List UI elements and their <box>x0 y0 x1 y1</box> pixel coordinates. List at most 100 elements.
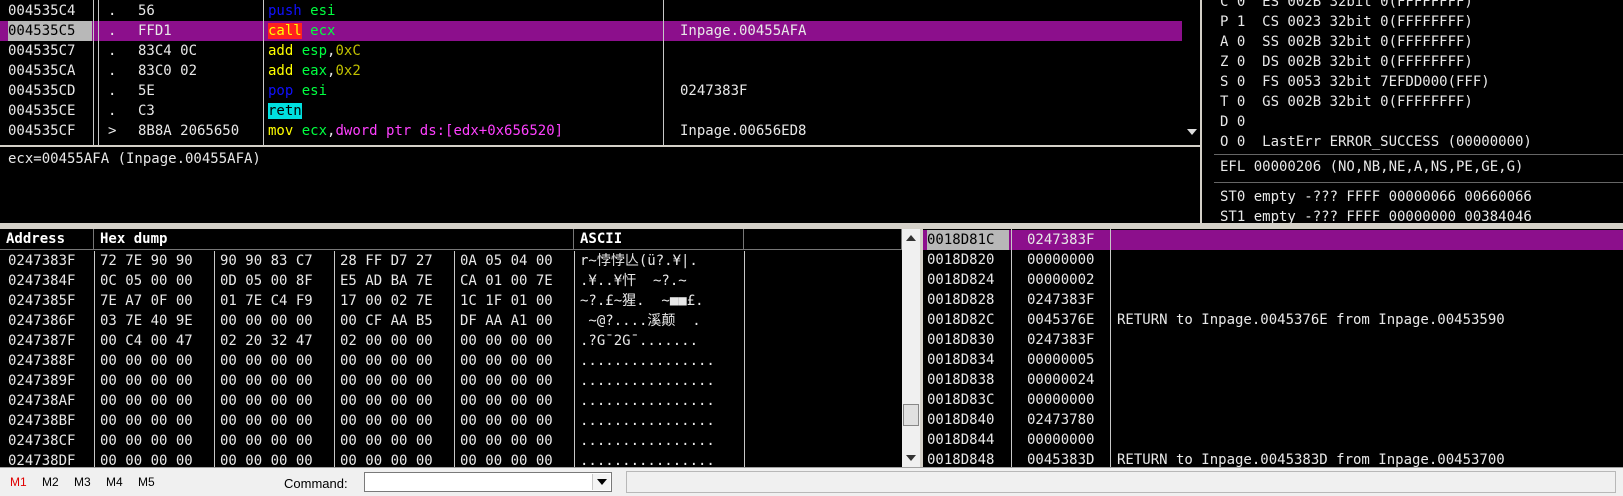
stack-row[interactable]: 0018D844 00000000 <box>923 430 1623 450</box>
stack-value[interactable]: 0247383F <box>1027 290 1109 310</box>
scroll-up-arrow-icon[interactable] <box>906 235 916 241</box>
instruction-address[interactable]: 004535C7 <box>8 41 92 61</box>
dump-ascii[interactable]: ~?.£~猩. ~■■£. <box>580 291 742 311</box>
stack-pane[interactable]: 0018D81C 0247383F 0018D820 00000000 0018D824… <box>923 229 1623 467</box>
dump-divider[interactable] <box>454 251 455 467</box>
disasm-row[interactable]: 004535CF >8B8A 2065650 mov ecx,dword ptr d… <box>0 121 1182 141</box>
dump-byte-group[interactable]: 1C 1F 01 00 <box>460 291 572 311</box>
stack-row[interactable]: 0018D820 00000000 <box>923 250 1623 270</box>
scroll-down-arrow-icon[interactable] <box>1187 129 1197 135</box>
memory-tab-m4[interactable]: M4 <box>106 475 138 489</box>
stack-row[interactable]: 0018D848 0045383D RETURN to Inpage.0045383… <box>923 450 1623 467</box>
hex-dump-pane[interactable]: Address Hex dump ASCII 0247383F 72 7E 90 … <box>0 229 920 467</box>
stack-divider[interactable] <box>1011 229 1012 467</box>
dump-byte-group[interactable]: 00 00 00 00 <box>460 391 572 411</box>
dump-byte-group[interactable]: 00 00 00 00 <box>460 371 572 391</box>
hex-dump-row[interactable]: 0247383F 72 7E 90 90 90 90 83 C7 28 FF D7 2… <box>0 251 902 271</box>
dropdown-button[interactable] <box>592 474 610 490</box>
hex-dump-row[interactable]: 0247388F 00 00 00 00 00 00 00 00 00 00 00 0… <box>0 351 902 371</box>
dump-byte-group[interactable]: 17 00 02 7E <box>340 291 452 311</box>
dump-byte-group[interactable]: 00 00 00 00 <box>220 351 332 371</box>
dump-byte-group[interactable]: 00 00 00 00 <box>460 331 572 351</box>
dump-byte-group[interactable]: 00 CF AA B5 <box>340 311 452 331</box>
stack-value[interactable]: 00000005 <box>1027 350 1109 370</box>
instruction-text[interactable]: call ecx <box>268 21 660 41</box>
dump-byte-group[interactable]: 00 00 00 00 <box>220 311 332 331</box>
dump-address[interactable]: 0247389F <box>8 371 92 391</box>
dump-address[interactable]: 0247385F <box>8 291 92 311</box>
dump-byte-group[interactable]: 28 FF D7 27 <box>340 251 452 271</box>
stack-value[interactable]: 00000000 <box>1027 390 1109 410</box>
instruction-address[interactable]: 004535C5 <box>8 21 92 41</box>
dump-byte-group[interactable]: 00 00 00 00 <box>340 451 452 467</box>
dump-byte-group[interactable]: 00 00 00 00 <box>100 451 212 467</box>
stack-address[interactable]: 0018D848 <box>927 450 1009 467</box>
register-row[interactable]: C 0 ES 002B 32bit 0(FFFFFFFF) <box>1220 0 1620 12</box>
stack-row[interactable]: 0018D830 0247383F <box>923 330 1623 350</box>
dump-byte-group[interactable]: 7E A7 0F 00 <box>100 291 212 311</box>
register-row[interactable]: A 0 SS 002B 32bit 0(FFFFFFFF) <box>1220 32 1620 52</box>
dump-byte-group[interactable]: 00 00 00 00 <box>340 431 452 451</box>
dump-ascii[interactable]: ................ <box>580 371 742 391</box>
dump-divider[interactable] <box>574 251 575 467</box>
registers-pane[interactable]: C 0 ES 002B 32bit 0(FFFFFFFF) P 1 CS 0023… <box>1214 0 1623 228</box>
stack-value[interactable]: 0247383F <box>1027 230 1109 250</box>
stack-address[interactable]: 0018D834 <box>927 350 1009 370</box>
scroll-thumb[interactable] <box>903 404 919 426</box>
dump-byte-group[interactable]: 00 00 00 00 <box>460 411 572 431</box>
instruction-address[interactable]: 004535CE <box>8 101 92 121</box>
memory-tab-m1[interactable]: M1 <box>10 475 42 489</box>
dump-byte-group[interactable]: 0D 05 00 8F <box>220 271 332 291</box>
disassembly-pane[interactable]: 004535C4. 56 push esi 004535C5. FFD1 call ecx… <box>0 0 1200 145</box>
hex-dump-row[interactable]: 0247386F 03 7E 40 9E 00 00 00 00 00 CF AA B… <box>0 311 902 331</box>
stack-address[interactable]: 0018D83C <box>927 390 1009 410</box>
stack-row[interactable]: 0018D824 00000002 <box>923 270 1623 290</box>
dump-byte-group[interactable]: 0A 05 04 00 <box>460 251 572 271</box>
hex-dump-row[interactable]: 024738DF 00 00 00 00 00 00 00 00 00 00 00 0… <box>0 451 902 467</box>
disasm-column-divider[interactable] <box>663 0 664 145</box>
register-row[interactable]: T 0 GS 002B 32bit 0(FFFFFFFF) <box>1220 92 1620 112</box>
stack-address[interactable]: 0018D824 <box>927 270 1009 290</box>
dump-byte-group[interactable]: 02 20 32 47 <box>220 331 332 351</box>
dump-ascii[interactable]: ................ <box>580 451 742 467</box>
hex-dump-row[interactable]: 024738BF 00 00 00 00 00 00 00 00 00 00 00 0… <box>0 411 902 431</box>
dump-divider[interactable] <box>334 251 335 467</box>
register-row[interactable]: P 1 CS 0023 32bit 0(FFFFFFFF) <box>1220 12 1620 32</box>
dump-byte-group[interactable]: 0C 05 00 00 <box>100 271 212 291</box>
instruction-text[interactable]: add esp,0xC <box>268 41 660 61</box>
instruction-text[interactable]: pop esi <box>268 81 660 101</box>
stack-address[interactable]: 0018D820 <box>927 250 1009 270</box>
dump-byte-group[interactable]: 00 00 00 00 <box>100 351 212 371</box>
dump-divider[interactable] <box>94 251 95 467</box>
dump-ascii[interactable]: ~@?....溪颠 . <box>580 311 742 331</box>
disasm-row[interactable]: 004535C5. FFD1 call ecx Inpage.00455AFA <box>0 21 1182 41</box>
register-row[interactable]: D 0 <box>1220 112 1620 132</box>
dump-byte-group[interactable]: 00 00 00 00 <box>460 431 572 451</box>
stack-address[interactable]: 0018D82C <box>927 310 1009 330</box>
hex-dump-row[interactable]: 024738CF 00 00 00 00 00 00 00 00 00 00 00 0… <box>0 431 902 451</box>
stack-row[interactable]: 0018D840 02473780 <box>923 410 1623 430</box>
dump-byte-group[interactable]: 00 00 00 00 <box>100 431 212 451</box>
dump-byte-group[interactable]: 00 00 00 00 <box>340 391 452 411</box>
dump-byte-group[interactable]: 00 C4 00 47 <box>100 331 212 351</box>
dump-byte-group[interactable]: DF AA A1 00 <box>460 311 572 331</box>
disasm-row[interactable]: 004535CA. 83C0 02 add eax,0x2 <box>0 61 1182 81</box>
dump-byte-group[interactable]: 03 7E 40 9E <box>100 311 212 331</box>
instruction-address[interactable]: 004535CA <box>8 61 92 81</box>
column-header-address[interactable]: Address <box>0 229 94 250</box>
stack-row[interactable]: 0018D82C 0045376E RETURN to Inpage.0045376… <box>923 310 1623 330</box>
dump-byte-group[interactable]: 01 7E C4 F9 <box>220 291 332 311</box>
memory-tab-m2[interactable]: M2 <box>42 475 74 489</box>
dump-ascii[interactable]: ................ <box>580 431 742 451</box>
dump-byte-group[interactable]: 00 00 00 00 <box>100 391 212 411</box>
dump-byte-group[interactable]: 00 00 00 00 <box>340 371 452 391</box>
dump-byte-group[interactable]: 00 00 00 00 <box>340 351 452 371</box>
dump-byte-group[interactable]: 00 00 00 00 <box>460 351 572 371</box>
disasm-row[interactable]: 004535CE. C3 retn <box>0 101 1182 121</box>
hex-dump-scrollbar[interactable] <box>902 229 920 467</box>
disasm-column-divider[interactable] <box>263 0 264 145</box>
column-header-ascii[interactable]: ASCII <box>574 229 744 250</box>
dump-ascii[interactable]: .¥..¥忓 ~?.~ <box>580 271 742 291</box>
instruction-text[interactable]: push esi <box>268 1 660 21</box>
dump-address[interactable]: 0247384F <box>8 271 92 291</box>
